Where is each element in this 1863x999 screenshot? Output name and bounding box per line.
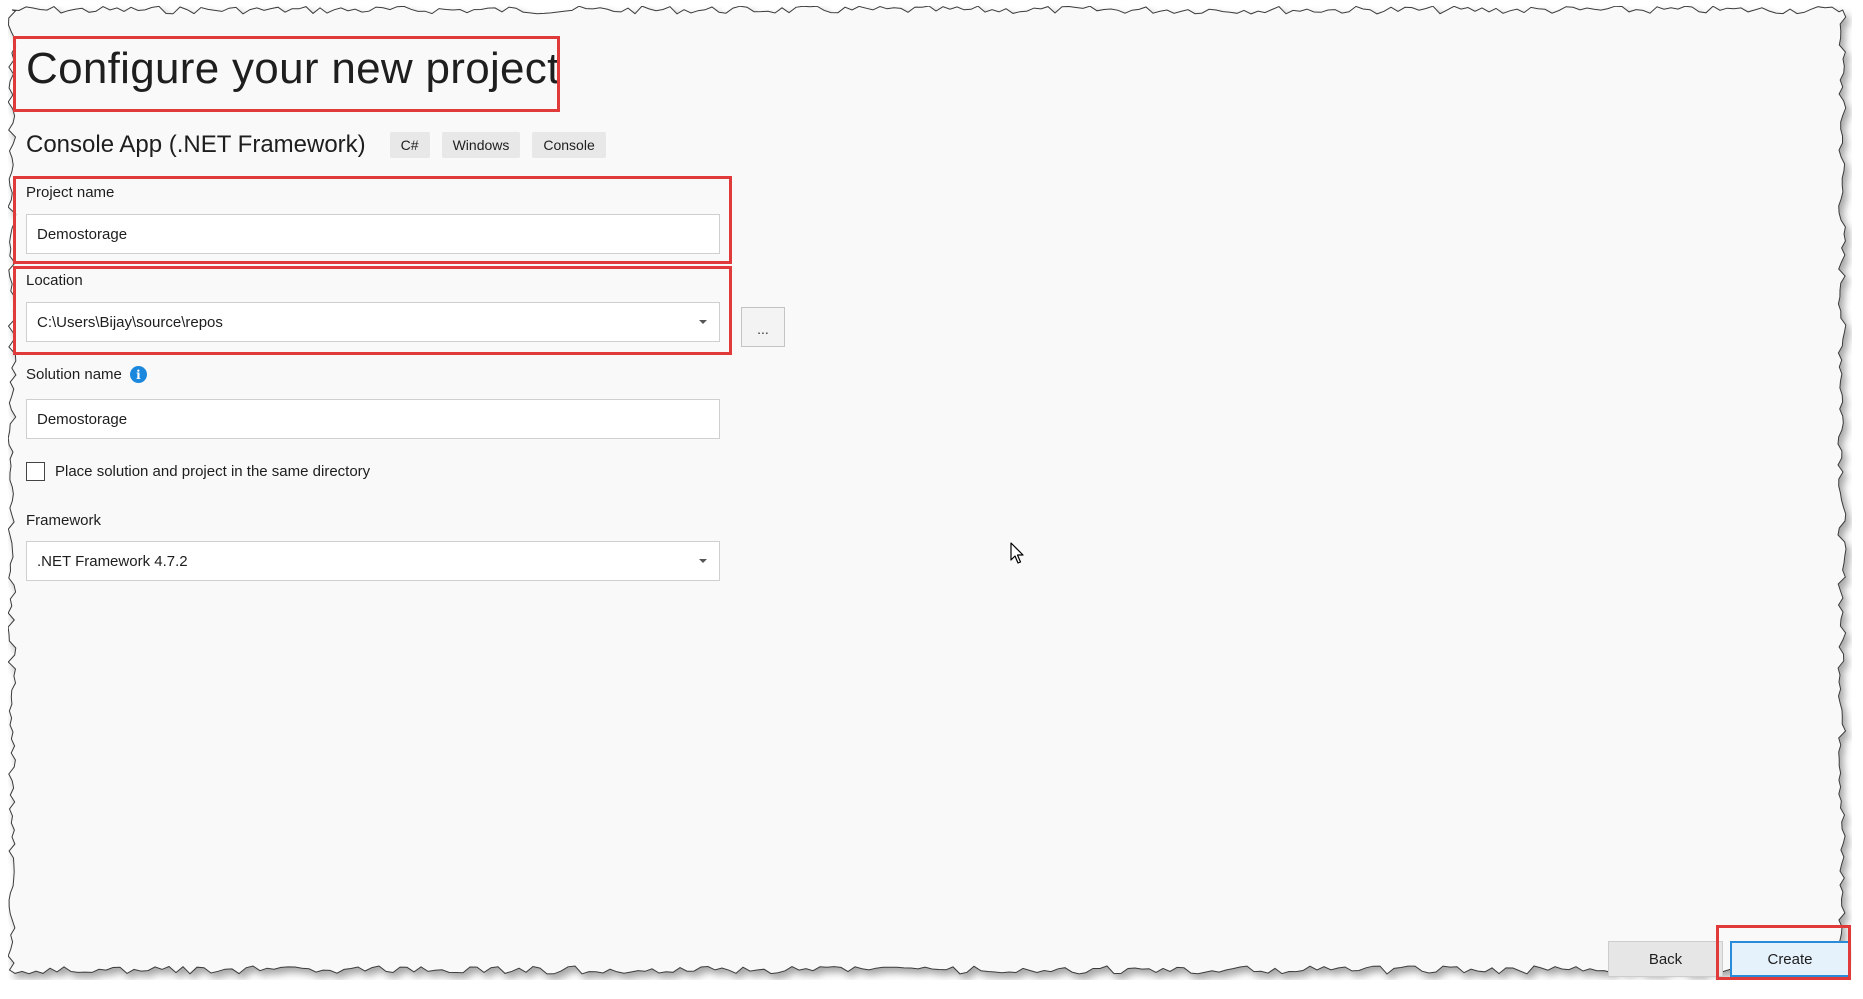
mouse-cursor-icon bbox=[1010, 542, 1024, 564]
chevron-down-icon bbox=[699, 559, 707, 563]
tag-language: C# bbox=[389, 132, 430, 158]
location-label: Location bbox=[26, 272, 83, 289]
location-value: C:\Users\Bijay\source\repos bbox=[37, 313, 223, 331]
solution-name-label: Solution name i bbox=[26, 366, 147, 383]
info-icon[interactable]: i bbox=[129, 366, 147, 383]
tag-project-type: Console bbox=[532, 132, 606, 158]
page-title: Configure your new project bbox=[26, 44, 560, 93]
framework-value: .NET Framework 4.7.2 bbox=[37, 552, 188, 570]
project-name-label: Project name bbox=[26, 184, 115, 201]
tag-platform: Windows bbox=[441, 132, 521, 158]
template-name: Console App (.NET Framework) bbox=[26, 131, 366, 158]
framework-dropdown[interactable]: .NET Framework 4.7.2 bbox=[26, 541, 720, 581]
browse-location-button[interactable]: ... bbox=[741, 307, 785, 347]
configure-project-dialog: Configure your new project Console App (… bbox=[0, 0, 1863, 999]
same-directory-option[interactable]: Place solution and project in the same d… bbox=[26, 462, 370, 481]
same-directory-label: Place solution and project in the same d… bbox=[55, 463, 371, 480]
framework-label: Framework bbox=[26, 512, 102, 529]
back-button[interactable]: Back bbox=[1608, 941, 1723, 977]
solution-name-value: Demostorage bbox=[37, 410, 128, 428]
location-dropdown[interactable]: C:\Users\Bijay\source\repos bbox=[26, 302, 720, 342]
project-name-input[interactable]: Demostorage bbox=[26, 214, 720, 254]
template-info: Console App (.NET Framework) C# Windows … bbox=[26, 130, 606, 160]
solution-name-input[interactable]: Demostorage bbox=[26, 399, 720, 439]
create-button[interactable]: Create bbox=[1730, 941, 1850, 977]
chevron-down-icon bbox=[699, 320, 707, 324]
same-directory-checkbox[interactable] bbox=[26, 462, 45, 481]
project-name-value: Demostorage bbox=[37, 225, 128, 243]
